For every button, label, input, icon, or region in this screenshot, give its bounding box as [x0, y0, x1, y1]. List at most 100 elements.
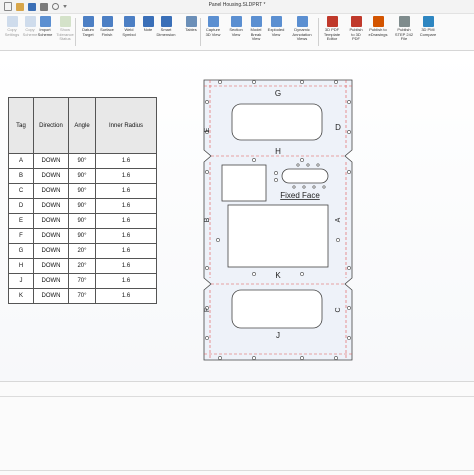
table-cell: 1.6 — [95, 288, 157, 304]
table-cell: K — [8, 288, 34, 304]
table-cell: DOWN — [33, 183, 69, 199]
window-title: Panel Housing.SLDPRT * — [208, 2, 266, 8]
table-cell: 70° — [68, 288, 96, 304]
exploded-icon — [270, 16, 282, 27]
table-cell: 90° — [68, 213, 96, 229]
table-row: K DOWN 70° 1.6 — [8, 288, 157, 304]
ribbon-button-label: Publish STEP 242 File — [394, 27, 414, 42]
ribbon-separator — [75, 18, 76, 46]
bottom-panel — [0, 381, 474, 475]
datum-icon — [82, 16, 94, 27]
table-cell: 70° — [68, 273, 96, 289]
table-cell: 1.6 — [95, 243, 157, 259]
bend-label-j: J — [276, 331, 280, 340]
ribbon-button-label: Publish to 3D PDF — [349, 27, 363, 42]
table-cell: 20° — [68, 243, 96, 259]
capture-3d-view-button[interactable]: Capture 3D View — [203, 16, 223, 48]
ribbon-button-label: Weld Symbol — [122, 27, 136, 37]
break-icon — [250, 16, 262, 27]
table-cell: DOWN — [33, 273, 69, 289]
bend-label-h: H — [275, 147, 281, 156]
table-cell: 90° — [68, 228, 96, 244]
bottom-cutout — [231, 289, 323, 329]
table-cell: DOWN — [33, 228, 69, 244]
table-row: C DOWN 90° 1.6 — [8, 183, 157, 199]
smart-dimension-icon — [160, 16, 172, 27]
table-cell: D — [8, 198, 34, 214]
table-cell: B — [8, 168, 34, 184]
title-bar: Panel Housing.SLDPRT * — [0, 0, 474, 14]
bend-table-header: Angle — [68, 97, 96, 154]
copy-icon — [6, 16, 18, 27]
table-cell: DOWN — [33, 198, 69, 214]
table-icon — [185, 16, 197, 27]
ribbon-button-label: Show Tolerance Status — [56, 27, 74, 42]
datum-target-button[interactable]: Datum Target — [78, 16, 98, 48]
surface-finish-button[interactable]: Surface Finish — [97, 16, 117, 48]
bend-label-d: D — [335, 123, 341, 132]
note-button[interactable]: Note — [138, 16, 158, 48]
table-cell: 1.6 — [95, 213, 157, 229]
bend-label-b: B — [204, 217, 211, 222]
table-cell: G — [8, 243, 34, 259]
publish-to-3d-pdf-button[interactable]: Publish to 3D PDF — [346, 16, 366, 48]
table-cell: J — [8, 273, 34, 289]
compare-icon — [422, 16, 434, 27]
table-cell: 1.6 — [95, 258, 157, 274]
bend-label-f: F — [204, 308, 211, 312]
table-cell: A — [8, 153, 34, 169]
tables-button[interactable]: Tables — [181, 16, 201, 48]
publish-to-edrawings-button[interactable]: Publish to eDrawings — [368, 16, 388, 48]
3d-pdf-template-editor-button[interactable]: 3D PDF Template Editor — [322, 16, 342, 48]
dynamic-annotation-views-button[interactable]: Dynamic Annotation Views — [292, 16, 312, 48]
copy-settings-button[interactable]: Copy Settings — [2, 16, 22, 48]
3d-pmi-compare-button[interactable]: 3D PMI Compare — [418, 16, 438, 48]
ribbon-button-label: Model Break View — [250, 27, 262, 42]
ribbon-toolbar: Copy Settings Copy Scheme Import Scheme Show To… — [0, 14, 474, 51]
bend-table-header: Inner Radius — [95, 97, 157, 154]
bend-label-g: G — [275, 89, 281, 98]
flat-pattern-drawing[interactable]: G E D H Fixed Face B A K F C J — [198, 72, 358, 368]
ribbon-button-label: Copy Settings — [4, 27, 20, 37]
table-cell: DOWN — [33, 213, 69, 229]
exploded-view-button[interactable]: Exploded View — [266, 16, 286, 48]
bend-label-e: E — [204, 127, 211, 132]
ribbon-button-label: Smart Dimension — [156, 27, 176, 37]
surface-finish-icon — [101, 16, 113, 27]
table-cell: DOWN — [33, 288, 69, 304]
ribbon-button-label: Exploded View — [267, 27, 285, 37]
pdf-icon — [350, 16, 362, 27]
table-cell: 20° — [68, 258, 96, 274]
ribbon-button-label: Publish to eDrawings — [368, 27, 388, 37]
ribbon-button-label: 3D PDF Template Editor — [323, 27, 341, 42]
table-cell: 1.6 — [95, 228, 157, 244]
weld-symbol-button[interactable]: Weld Symbol — [119, 16, 139, 48]
table-cell: H — [8, 258, 34, 274]
table-cell: C — [8, 183, 34, 199]
table-cell: 1.6 — [95, 183, 157, 199]
table-cell: 1.6 — [95, 198, 157, 214]
edrawings-icon — [372, 16, 384, 27]
divider-line — [0, 396, 474, 397]
table-row: F DOWN 90° 1.6 — [8, 228, 157, 244]
import-scheme-button[interactable]: Import Scheme — [35, 16, 55, 48]
tolerance-icon — [59, 16, 71, 27]
ribbon-button-label: Datum Target — [82, 27, 94, 37]
fixed-face-label: Fixed Face — [280, 191, 320, 200]
ribbon-button-label: Section View — [229, 27, 243, 37]
show-tolerance-status-button[interactable]: Show Tolerance Status — [55, 16, 75, 48]
ribbon-button-label: Note — [143, 27, 153, 32]
table-cell: 90° — [68, 198, 96, 214]
table-row: H DOWN 20° 1.6 — [8, 258, 157, 274]
table-row: E DOWN 90° 1.6 — [8, 213, 157, 229]
table-row: B DOWN 90° 1.6 — [8, 168, 157, 184]
bend-label-k: K — [275, 271, 281, 280]
model-break-view-button[interactable]: Model Break View — [246, 16, 266, 48]
smart-dimension-button[interactable]: Smart Dimension — [156, 16, 176, 48]
top-cutout — [231, 103, 323, 141]
section-view-button[interactable]: Section View — [226, 16, 246, 48]
ribbon-button-label: Capture 3D View — [205, 27, 221, 37]
publish-step-242-file-button[interactable]: Publish STEP 242 File — [394, 16, 414, 48]
table-cell: 1.6 — [95, 273, 157, 289]
large-cutout — [227, 204, 329, 268]
